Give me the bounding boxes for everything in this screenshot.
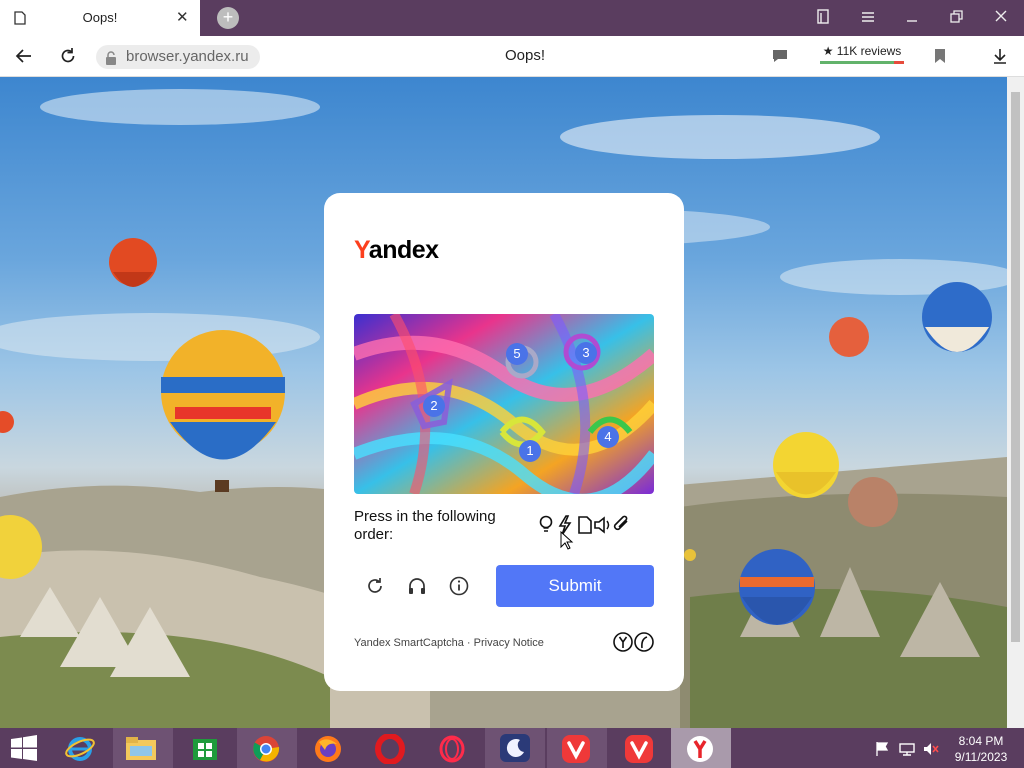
internet-explorer-icon[interactable] [64, 733, 96, 763]
back-icon[interactable] [14, 46, 34, 66]
download-icon[interactable] [991, 47, 1009, 65]
vivaldi-icon[interactable] [624, 734, 654, 764]
tabs-panel-icon[interactable] [815, 8, 833, 26]
mouse-cursor-icon [560, 531, 574, 550]
start-icon[interactable] [10, 735, 38, 761]
opera-gx-icon[interactable] [437, 734, 467, 764]
captcha-prompt: Press in the following order: [354, 508, 496, 543]
chat-icon[interactable] [772, 49, 788, 63]
new-tab-button[interactable]: + [217, 7, 239, 29]
speaker-icon [594, 516, 610, 534]
chrome-icon[interactable] [251, 734, 281, 764]
rating-bar [820, 61, 904, 64]
captcha-marker-5[interactable]: 5 [506, 343, 528, 365]
captcha-marker-3[interactable]: 3 [575, 342, 597, 364]
file-explorer-icon[interactable] [124, 734, 158, 762]
night-app-icon[interactable] [499, 733, 531, 763]
flag-icon[interactable] [874, 741, 890, 757]
tab-active[interactable]: Oops! ✕ [0, 0, 200, 36]
clock-time: 8:04 PM [958, 734, 1004, 748]
document-icon [578, 516, 592, 534]
captcha-marker-2[interactable]: 2 [423, 395, 445, 417]
firefox-icon[interactable] [313, 734, 343, 764]
captcha-marker-1[interactable]: 1 [519, 440, 541, 462]
menu-icon[interactable] [860, 8, 876, 26]
captcha-marker-4[interactable]: 4 [597, 426, 619, 448]
taskbar-clock[interactable]: 8:04 PM 9/11/2023 [944, 733, 1018, 765]
vivaldi-icon[interactable] [561, 734, 591, 764]
order-icons [539, 515, 628, 536]
yandex-browser-icon[interactable] [685, 734, 715, 764]
info-icon[interactable] [448, 575, 470, 597]
tab-title: Oops! [82, 10, 118, 25]
paperclip-icon [613, 515, 628, 531]
audio-headphones-icon[interactable] [406, 575, 428, 597]
submit-button[interactable]: Submit [496, 565, 654, 607]
refresh-icon[interactable] [364, 575, 386, 597]
reviews-widget[interactable]: ★ 11K reviews [812, 43, 912, 64]
store-icon[interactable] [190, 734, 220, 762]
reload-icon[interactable] [58, 46, 78, 66]
network-icon[interactable] [898, 741, 916, 757]
bookmark-icon[interactable] [933, 48, 947, 64]
volume-muted-icon[interactable] [922, 741, 940, 757]
captcha-footer-links[interactable]: Yandex SmartCaptcha · Privacy Notice [354, 637, 544, 649]
url-text[interactable]: browser.yandex.ru [126, 48, 249, 65]
lock-icon[interactable] [104, 50, 118, 66]
scrollbar-thumb[interactable] [1011, 92, 1020, 642]
restore-icon[interactable] [948, 8, 964, 26]
opera-icon[interactable] [375, 734, 405, 764]
lightbulb-icon [539, 515, 553, 532]
yandex-id-icon[interactable] [612, 631, 656, 653]
yandex-logo: Yandex [354, 236, 439, 264]
close-tab-icon[interactable]: ✕ [176, 8, 189, 26]
clock-date: 9/11/2023 [954, 750, 1008, 764]
close-window-icon[interactable] [993, 8, 1009, 26]
captcha-image[interactable]: 2 1 3 4 5 [354, 314, 654, 494]
reviews-label: ★ 11K reviews [822, 44, 902, 58]
page-title: Oops! [504, 47, 546, 64]
minimize-icon[interactable] [904, 8, 920, 26]
